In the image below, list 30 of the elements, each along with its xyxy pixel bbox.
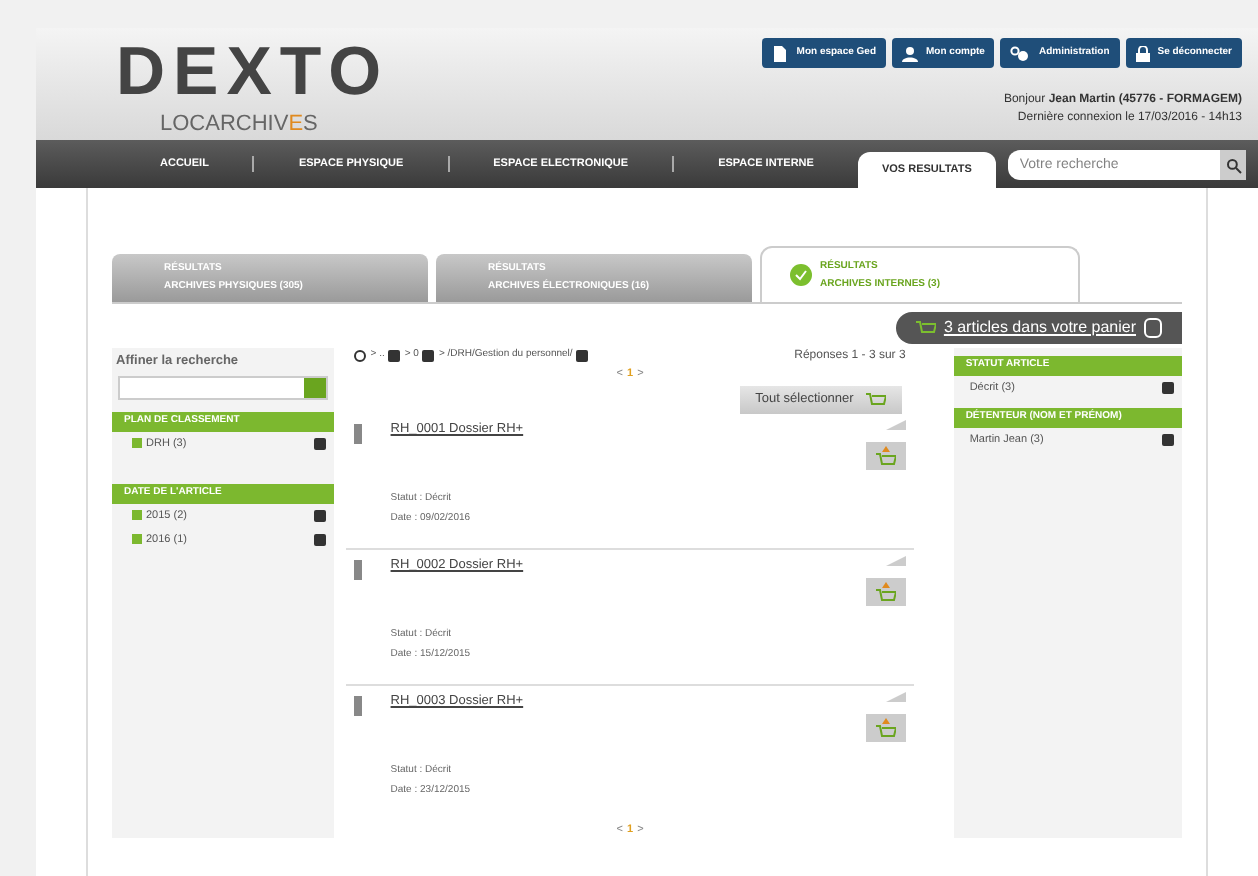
- cart-link[interactable]: 3 articles dans votre panier: [943, 316, 1136, 340]
- cart-icon: [875, 446, 896, 467]
- logo-text: DEXTO: [116, 36, 390, 108]
- expand-icon: [1162, 382, 1174, 394]
- signal-icon: [885, 420, 906, 431]
- logo-subtitle: LOCARCHIVES: [158, 110, 318, 140]
- check-circle-icon: [790, 264, 812, 286]
- lock-icon: [1135, 45, 1150, 61]
- cart-bar[interactable]: 3 articles dans votre panier: [895, 312, 1182, 344]
- cart-icon: [875, 582, 896, 603]
- add-to-cart-button[interactable]: [865, 714, 906, 743]
- expand-icon: [1162, 434, 1174, 446]
- signal-icon: [885, 692, 906, 703]
- user-icon: [902, 45, 919, 61]
- plus-icon: [132, 534, 142, 545]
- plus-icon: [132, 438, 142, 449]
- expand-icon: [314, 437, 327, 450]
- square-icon: [576, 349, 589, 362]
- cart-icon: [875, 718, 896, 739]
- square-icon: [422, 349, 435, 362]
- cart-icon: [865, 392, 886, 409]
- add-to-cart-button[interactable]: [865, 442, 906, 471]
- plus-icon: [132, 510, 142, 521]
- cart-icon: [915, 320, 936, 336]
- search-icon[interactable]: [1220, 150, 1246, 180]
- settings-icon: [1010, 45, 1031, 61]
- signal-icon: [885, 556, 906, 567]
- add-to-cart-button[interactable]: [865, 578, 906, 607]
- square-icon: [388, 349, 401, 362]
- refine-search-field[interactable]: [118, 375, 329, 400]
